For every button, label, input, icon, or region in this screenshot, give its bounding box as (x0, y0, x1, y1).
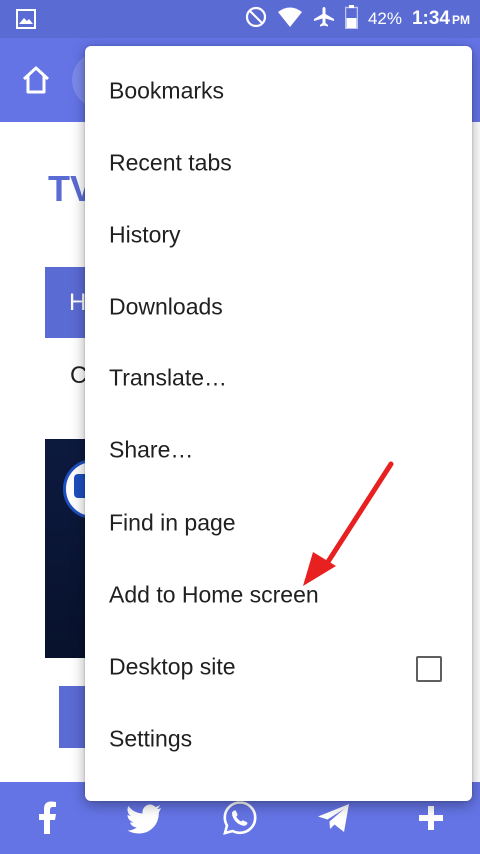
image-icon (16, 9, 36, 34)
menu-item-desktop-site[interactable]: Desktop site (85, 633, 472, 705)
menu-item-downloads[interactable]: Downloads (85, 273, 472, 345)
menu-item-label: Settings (109, 725, 193, 752)
desktop-site-checkbox[interactable] (416, 656, 442, 682)
menu-item-label: Add to Home screen (109, 581, 319, 608)
do-not-disturb-icon (245, 6, 267, 33)
menu-item-label: Recent tabs (109, 149, 232, 176)
menu-item-label: Find in page (109, 509, 236, 536)
menu-item-recent-tabs[interactable]: Recent tabs (85, 129, 472, 201)
menu-item-label: Share… (109, 436, 194, 463)
wifi-icon (277, 6, 303, 33)
status-bar: 42% 1:34 PM (0, 0, 480, 38)
whatsapp-icon[interactable] (222, 800, 258, 836)
airplane-icon (313, 6, 335, 33)
clock: 1:34 PM (411, 8, 470, 29)
menu-item-bookmarks[interactable]: Bookmarks (85, 57, 472, 129)
battery-percent: 42% (367, 9, 402, 28)
menu-item-find-in-page[interactable]: Find in page (85, 489, 472, 561)
menu-item-label: History (109, 221, 181, 248)
menu-item-label: Desktop site (109, 653, 236, 680)
menu-item-share[interactable]: Share… (85, 416, 472, 488)
menu-item-label: Translate… (109, 364, 228, 391)
plus-icon[interactable] (413, 800, 449, 836)
menu-item-history[interactable]: History (85, 201, 472, 273)
telegram-icon[interactable] (316, 800, 352, 836)
facebook-icon[interactable] (30, 800, 66, 836)
menu-item-add-to-home-screen[interactable]: Add to Home screen (85, 561, 472, 633)
menu-item-translate[interactable]: Translate… (85, 344, 472, 416)
battery-icon (344, 4, 359, 34)
overflow-menu: Bookmarks Recent tabs History Downloads … (85, 46, 472, 801)
menu-item-label: Downloads (109, 293, 223, 320)
twitter-icon[interactable] (127, 800, 163, 836)
menu-item-label: Bookmarks (109, 77, 225, 104)
home-icon[interactable] (18, 62, 54, 98)
menu-item-settings[interactable]: Settings (85, 705, 472, 777)
